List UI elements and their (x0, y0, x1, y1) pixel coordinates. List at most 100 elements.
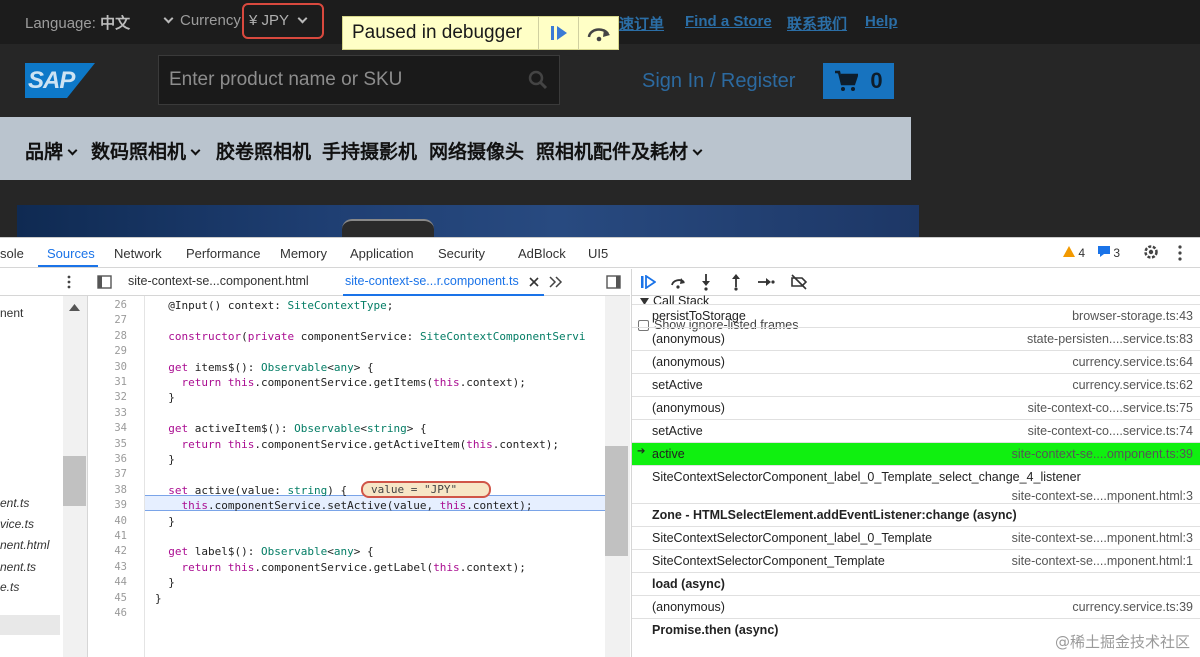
line-number[interactable]: 27 (89, 314, 127, 326)
currency-value[interactable]: ¥ JPY (249, 12, 308, 29)
sign-in-register-link[interactable]: Sign In / Register (642, 70, 795, 93)
help-link[interactable]: Help (865, 13, 898, 30)
tab-console[interactable]: sole (0, 246, 24, 261)
nav-item-camera-accessories[interactable]: 照相机配件及耗材 (536, 137, 703, 164)
code-editor[interactable]: 26 @Input() context: SiteContextType; 27 2… (89, 296, 605, 657)
line-number[interactable]: 40 (89, 515, 127, 527)
navigator-item[interactable]: nent.html (0, 538, 49, 552)
file-tab-component-html[interactable]: site-context-se...component.html (128, 274, 309, 288)
line-number[interactable]: 33 (89, 407, 127, 419)
frame-location[interactable]: currency.service.ts:64 (1072, 355, 1193, 369)
line-number[interactable]: 26 (89, 299, 127, 311)
tab-ui5[interactable]: UI5 (588, 246, 608, 261)
line-number[interactable]: 29 (89, 345, 127, 357)
call-frame[interactable]: (anonymous) site-context-co....service.ts… (632, 396, 1200, 419)
line-number[interactable]: 35 (89, 438, 127, 450)
navigator-item[interactable]: e.ts (0, 580, 19, 594)
hero-banner-image[interactable] (17, 205, 919, 237)
line-number[interactable]: 39 (89, 499, 127, 511)
editor-scroll-thumb[interactable] (605, 446, 628, 556)
navigator-more-icon[interactable] (66, 275, 72, 289)
line-number[interactable]: 31 (89, 376, 127, 388)
resume-icon[interactable] (640, 275, 656, 289)
navigator-item[interactable]: vice.ts (0, 517, 34, 531)
call-frame[interactable]: (anonymous) state-persisten....service.ts… (632, 327, 1200, 350)
frame-location[interactable]: browser-storage.ts:43 (1072, 309, 1193, 323)
toggle-debugger-icon[interactable] (606, 275, 621, 289)
call-frame[interactable]: (anonymous) currency.service.ts:64 (632, 350, 1200, 373)
nav-item-camcorders[interactable]: 手持摄影机 (322, 137, 417, 164)
line-number[interactable]: 30 (89, 361, 127, 373)
tab-security[interactable]: Security (438, 246, 485, 261)
close-tab-icon[interactable] (529, 277, 539, 287)
step-out-icon[interactable] (730, 273, 742, 291)
navigator-item[interactable]: nent.ts (0, 560, 36, 574)
quick-order-link[interactable]: 速订单 (619, 13, 664, 34)
navigator-item[interactable]: ent.ts (0, 496, 29, 510)
resume-button[interactable] (538, 16, 578, 50)
call-frame[interactable]: SiteContextSelectorComponent_Template sit… (632, 549, 1200, 572)
frame-location[interactable]: site-context-se....mponent.html:1 (1012, 554, 1193, 568)
nav-item-film-cameras[interactable]: 胶卷照相机 (216, 137, 311, 164)
step-into-icon[interactable] (700, 273, 712, 291)
line-number[interactable]: 44 (89, 576, 127, 588)
language-selector[interactable]: Language: 中文 (25, 12, 130, 33)
deactivate-breakpoints-icon[interactable] (790, 274, 808, 290)
more-tabs-icon[interactable] (549, 276, 563, 288)
nav-item-webcams[interactable]: 网络摄像头 (429, 137, 524, 164)
tab-sources[interactable]: Sources (47, 246, 95, 261)
step-over-button[interactable] (578, 16, 618, 50)
tab-adblock[interactable]: AdBlock (518, 246, 566, 261)
frame-location[interactable]: site-context-se....mponent.html:3 (1012, 531, 1193, 545)
messages-badge[interactable]: 3 (1098, 246, 1120, 260)
nav-item-digital-cameras[interactable]: 数码照相机 (91, 137, 201, 164)
toggle-navigator-icon[interactable] (97, 275, 112, 289)
frame-location[interactable]: currency.service.ts:62 (1072, 378, 1193, 392)
line-number[interactable]: 43 (89, 561, 127, 573)
frame-location[interactable]: currency.service.ts:39 (1072, 600, 1193, 614)
scroll-up-icon[interactable] (69, 304, 80, 311)
line-number[interactable]: 38 (89, 484, 127, 496)
line-number[interactable]: 32 (89, 391, 127, 403)
contact-us-link[interactable]: 联系我们 (787, 13, 847, 34)
tab-application[interactable]: Application (350, 246, 414, 261)
navigator-item[interactable]: nent (0, 306, 23, 320)
search-input[interactable] (169, 64, 509, 96)
frame-location[interactable]: site-context-se....omponent.ts:39 (1012, 447, 1193, 461)
call-frame[interactable]: SiteContextSelectorComponent_label_0_Tem… (632, 526, 1200, 549)
frame-location[interactable]: site-context-co....service.ts:74 (1028, 424, 1193, 438)
line-number[interactable]: 28 (89, 330, 127, 342)
sap-logo[interactable]: SAP (25, 63, 95, 98)
more-vert-icon[interactable] (1177, 245, 1183, 261)
warnings-badge[interactable]: 4 (1063, 246, 1085, 260)
line-number[interactable]: 41 (89, 530, 127, 542)
navigator-scrollbar[interactable] (63, 296, 87, 657)
line-number[interactable]: 34 (89, 422, 127, 434)
frame-location[interactable]: site-context-se....mponent.html:3 (1012, 489, 1193, 503)
line-number[interactable]: 46 (89, 607, 127, 619)
line-number[interactable]: 45 (89, 592, 127, 604)
tab-network[interactable]: Network (114, 246, 162, 261)
editor-scrollbar[interactable] (605, 296, 630, 657)
line-number[interactable]: 42 (89, 545, 127, 557)
line-number[interactable]: 36 (89, 453, 127, 465)
file-tab-component-ts[interactable]: site-context-se...r.component.ts (345, 274, 519, 288)
call-frame[interactable]: ➔ active site-context-se....omponent.ts:39 (632, 442, 1200, 465)
cart-button[interactable]: 0 (823, 63, 894, 99)
step-over-icon[interactable] (670, 275, 686, 289)
find-a-store-link[interactable]: Find a Store (685, 13, 772, 30)
call-frame[interactable]: (anonymous) currency.service.ts:39 (632, 595, 1200, 618)
call-frame[interactable]: setActive site-context-co....service.ts:7… (632, 419, 1200, 442)
call-frame[interactable]: SiteContextSelectorComponent_label_0_Tem… (632, 465, 1200, 503)
frame-location[interactable]: site-context-co....service.ts:75 (1028, 401, 1193, 415)
line-number[interactable]: 37 (89, 468, 127, 480)
search-icon[interactable] (528, 70, 548, 90)
nav-item-brands[interactable]: 品牌 (25, 137, 78, 164)
frame-location[interactable]: state-persisten....service.ts:83 (1027, 332, 1193, 346)
gear-icon[interactable] (1143, 244, 1159, 260)
navigator-scroll-thumb[interactable] (63, 456, 86, 506)
call-frame[interactable]: persistToStorage browser-storage.ts:43 (632, 304, 1200, 327)
tab-performance[interactable]: Performance (186, 246, 260, 261)
tab-memory[interactable]: Memory (280, 246, 327, 261)
step-icon[interactable] (757, 275, 775, 289)
